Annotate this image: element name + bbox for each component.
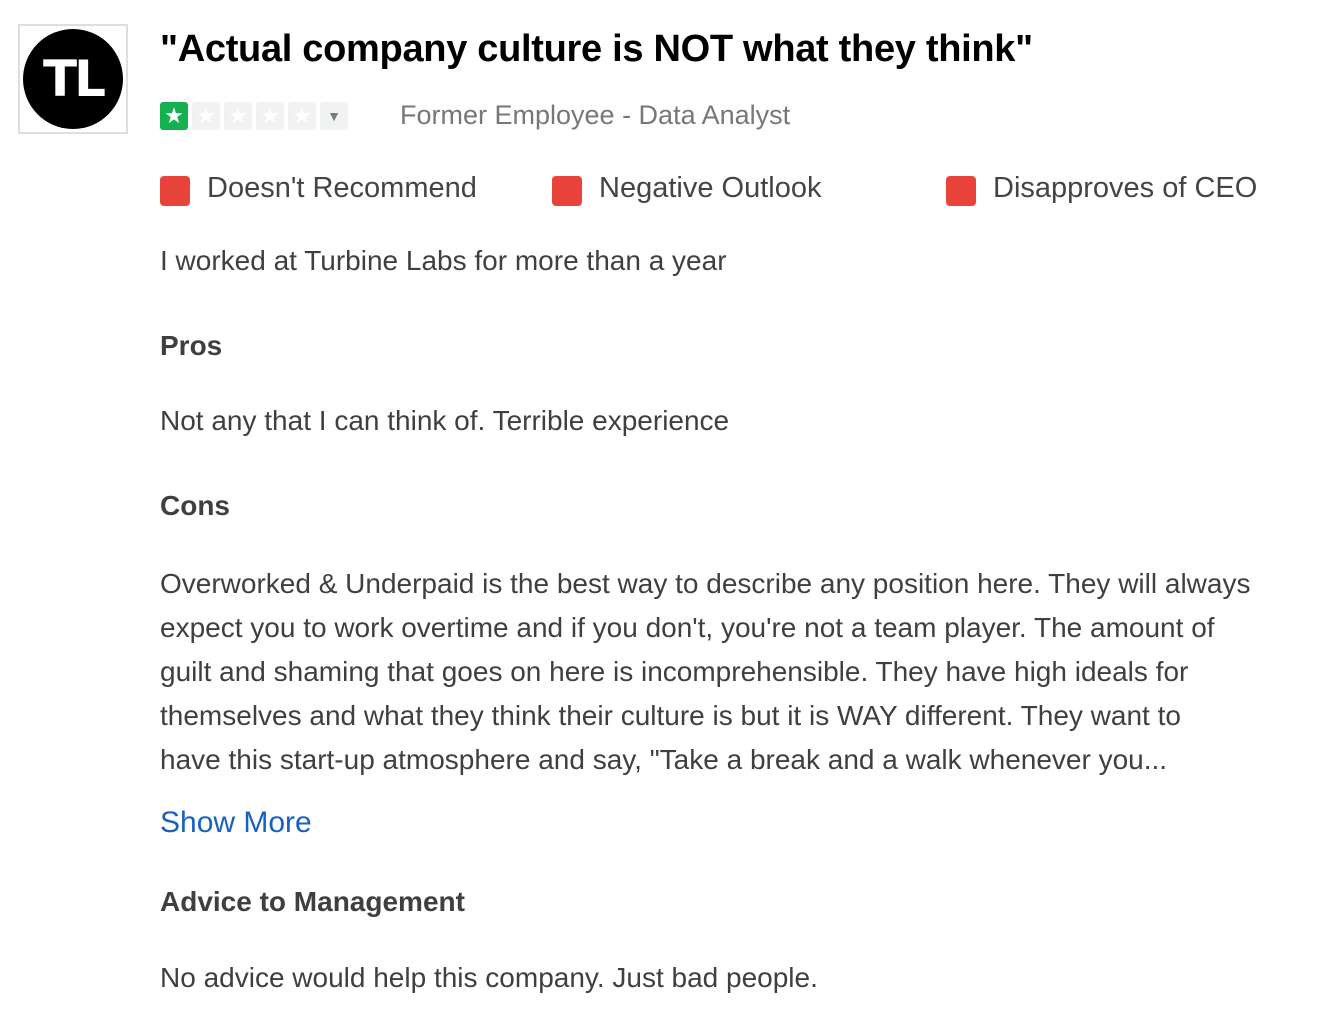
star-icon-empty: ★ — [224, 102, 252, 130]
cons-line: have this start-up atmosphere and say, "… — [160, 744, 1168, 775]
review-flags: Doesn't Recommend Negative Outlook Disap… — [160, 170, 1332, 210]
author-info: Former Employee - Data Analyst — [400, 100, 791, 130]
review-title[interactable]: "Actual company culture is NOT what they… — [160, 28, 1033, 71]
star-icon-empty: ★ — [192, 102, 220, 130]
flag-recommend: Doesn't Recommend — [160, 170, 477, 206]
tenure-text: I worked at Turbine Labs for more than a… — [160, 245, 727, 276]
star-icon-empty: ★ — [288, 102, 316, 130]
flag-outlook: Negative Outlook — [552, 170, 821, 206]
advice-text: No advice would help this company. Just … — [160, 962, 818, 993]
red-square-icon — [552, 176, 582, 206]
flag-ceo: Disapproves of CEO — [946, 170, 1257, 206]
logo-text: TL — [43, 50, 106, 108]
red-square-icon — [946, 176, 976, 206]
cons-line: Overworked & Underpaid is the best way t… — [160, 568, 1251, 599]
advice-heading: Advice to Management — [160, 886, 465, 917]
company-logo[interactable]: TL — [18, 24, 128, 134]
flag-label: Doesn't Recommend — [207, 171, 477, 204]
cons-line: themselves and what they think their cul… — [160, 700, 1181, 731]
pros-text: Not any that I can think of. Terrible ex… — [160, 405, 730, 436]
cons-heading: Cons — [160, 490, 230, 521]
pros-heading: Pros — [160, 330, 223, 361]
red-square-icon — [160, 176, 190, 206]
cons-line: guilt and shaming that goes on here is i… — [160, 656, 1189, 687]
cons-text: Overworked & Underpaid is the best way t… — [160, 562, 1320, 782]
star-rating: ★ ★ ★ ★ ★ ▼ — [160, 102, 348, 130]
flag-label: Disapproves of CEO — [993, 171, 1258, 204]
flag-label: Negative Outlook — [599, 171, 822, 204]
star-icon-filled: ★ — [160, 102, 188, 130]
logo-circle: TL — [23, 29, 123, 129]
cons-line: expect you to work overtime and if you d… — [160, 612, 1215, 643]
show-more-link[interactable]: Show More — [160, 806, 312, 840]
star-icon-empty: ★ — [256, 102, 284, 130]
rating-dropdown-icon[interactable]: ▼ — [320, 102, 348, 130]
